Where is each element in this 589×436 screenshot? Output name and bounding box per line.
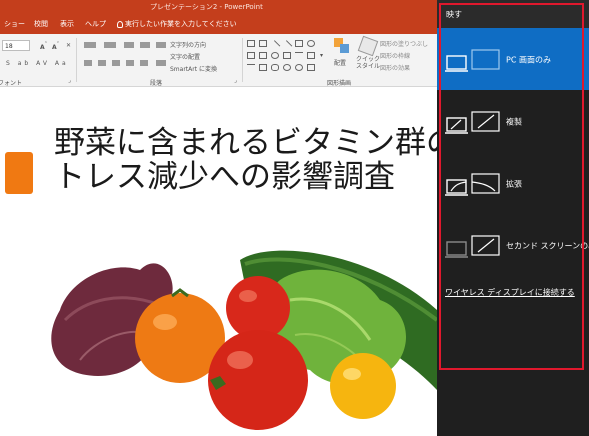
increase-indent-icon[interactable]	[140, 42, 150, 48]
option-duplicate[interactable]: 複製	[437, 90, 589, 152]
shapes-scroll-icon[interactable]: ▾	[320, 52, 323, 59]
yellow-tomato	[330, 353, 396, 419]
shapes-gallery[interactable]: ▾	[245, 38, 327, 76]
project-panel-header: 映す	[437, 0, 589, 28]
project-panel-title: 映す	[446, 10, 462, 19]
text-direction-button[interactable]: 文字列の方向	[170, 40, 206, 49]
window-title: プレゼンテーション2 - PowerPoint	[150, 3, 263, 11]
font-format-buttons[interactable]: S ab AV Aa	[6, 60, 69, 67]
align-left-icon[interactable]	[84, 60, 92, 66]
option-label: 拡張	[506, 179, 522, 189]
numbering-icon[interactable]	[104, 42, 116, 48]
duplicate-icon	[445, 111, 500, 134]
line-spacing-icon[interactable]	[156, 42, 166, 48]
arrange-button[interactable]: 配置	[334, 58, 346, 67]
shape-outline-button[interactable]: 図形の枠線	[380, 51, 410, 60]
option-second-screen-only[interactable]: セカンド スクリーンのみ	[437, 214, 589, 276]
ribbon: 18 Aˆ Aˇ ✕ S ab AV Aa フォント ⌟ 文字列の方向 文字の配…	[0, 34, 437, 87]
shape-effects-button[interactable]: 図形の効果	[380, 63, 410, 72]
paragraph-dialog-launcher-icon[interactable]: ⌟	[234, 77, 237, 84]
project-panel: 映す PC 画面のみ 複製 拡張 セカンド スクリーンのみ ワイヤレス ディスプ…	[437, 0, 589, 436]
decrease-indent-icon[interactable]	[124, 42, 134, 48]
group-label-paragraph: 段落	[150, 80, 163, 87]
shrink-font-button[interactable]: Aˇ	[52, 42, 59, 51]
distributed-icon[interactable]	[140, 60, 148, 66]
tab-review[interactable]: 校閲	[34, 14, 48, 34]
tab-help[interactable]: ヘルプ	[85, 14, 106, 34]
quick-styles-button[interactable]: クイック スタイル	[356, 56, 380, 70]
ribbon-tabs: ショー 校閲 表示 ヘルプ 実行したい作業を入力してください	[0, 14, 437, 34]
title-bar: プレゼンテーション2 - PowerPoint	[0, 0, 437, 14]
grow-font-button[interactable]: Aˆ	[40, 42, 47, 51]
tell-me-box[interactable]: 実行したい作業を入力してください	[117, 14, 237, 34]
title-accent-shape	[5, 152, 33, 194]
align-right-icon[interactable]	[112, 60, 120, 66]
extend-icon	[445, 173, 500, 196]
second-screen-only-icon	[445, 235, 500, 258]
connect-wireless-display-link[interactable]: ワイヤレス ディスプレイに接続する	[445, 287, 575, 298]
arrange-icon	[334, 38, 350, 54]
tomato-bottom	[208, 330, 308, 430]
option-label: セカンド スクリーンのみ	[506, 241, 589, 251]
tell-me-text: 実行したい作業を入力してください	[125, 20, 237, 28]
group-label-font: フォント	[0, 80, 23, 87]
shape-fill-button[interactable]: 図形の塗りつぶし	[380, 39, 428, 48]
clear-format-icon[interactable]: ✕	[66, 42, 71, 49]
font-dialog-launcher-icon[interactable]: ⌟	[68, 77, 71, 84]
group-separator	[76, 38, 77, 82]
align-text-button[interactable]: 文字の配置	[170, 52, 200, 61]
slide-title[interactable]: 野菜に含まれるビタミン群の トレス減少への影響調査	[54, 126, 437, 194]
vegetables-image[interactable]	[40, 240, 437, 436]
option-extend[interactable]: 拡張	[437, 152, 589, 214]
justify-icon[interactable]	[126, 60, 134, 66]
powerpoint-window: プレゼンテーション2 - PowerPoint ショー 校閲 表示 ヘルプ 実行…	[0, 0, 437, 436]
quick-styles-icon	[357, 35, 379, 57]
align-center-icon[interactable]	[98, 60, 106, 66]
option-label: PC 画面のみ	[506, 55, 551, 65]
tab-view[interactable]: 表示	[60, 14, 74, 34]
group-label-drawing: 図形描画	[327, 80, 352, 87]
tab-slideshow[interactable]: ショー	[4, 14, 25, 34]
group-separator	[242, 38, 243, 82]
pc-screen-only-icon	[445, 49, 500, 72]
lightbulb-icon	[117, 20, 123, 28]
convert-smartart-button[interactable]: SmartArt に変換	[170, 64, 217, 73]
columns-icon[interactable]	[156, 60, 166, 66]
option-pc-screen-only[interactable]: PC 画面のみ	[437, 28, 589, 90]
font-size-box[interactable]: 18	[2, 40, 30, 51]
bullets-icon[interactable]	[84, 42, 96, 48]
option-label: 複製	[506, 117, 522, 127]
